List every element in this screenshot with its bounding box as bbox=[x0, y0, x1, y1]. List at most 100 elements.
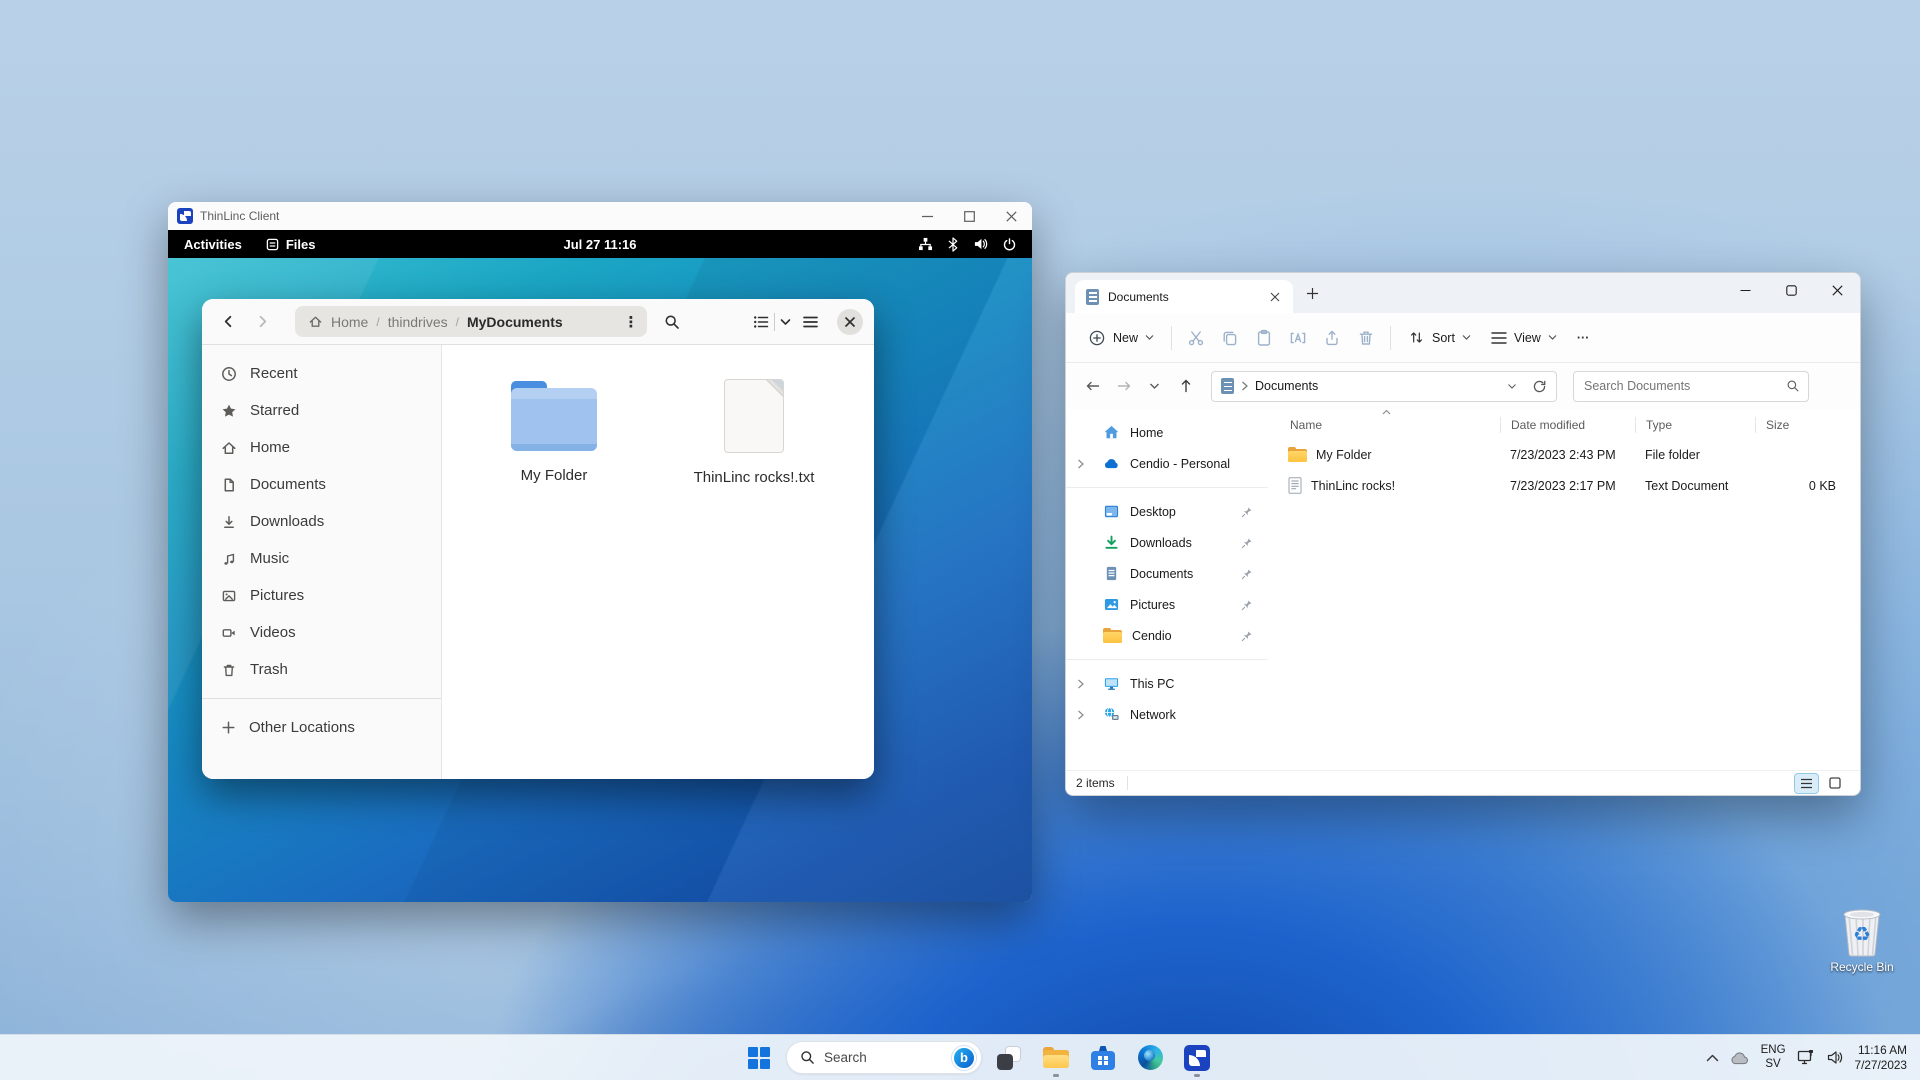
new-tab-button[interactable] bbox=[1297, 278, 1327, 308]
paste-button[interactable] bbox=[1247, 321, 1281, 355]
forward-button[interactable] bbox=[1110, 373, 1137, 400]
new-button[interactable]: New bbox=[1078, 321, 1164, 355]
column-header-type[interactable]: Type bbox=[1635, 417, 1755, 433]
language-indicator[interactable]: ENGSV bbox=[1761, 1044, 1786, 1070]
explorer-close-button[interactable] bbox=[1814, 273, 1860, 307]
sidebar-item-starred[interactable]: Starred bbox=[202, 392, 441, 429]
gnome-files-window: Home / thindrives / MyDocuments ⋮ bbox=[202, 299, 874, 779]
delete-button[interactable] bbox=[1349, 321, 1383, 355]
files-view-toggle[interactable] bbox=[753, 307, 791, 337]
tray-clock[interactable]: 11:16 AM 7/27/2023 bbox=[1855, 1043, 1907, 1072]
edge-button[interactable] bbox=[1130, 1038, 1170, 1078]
explorer-tab-documents[interactable]: Documents bbox=[1075, 280, 1293, 313]
file-row-thinlinc-rocks[interactable]: ThinLinc rocks! 7/23/2023 2:17 PM Text D… bbox=[1282, 470, 1850, 501]
task-view-button[interactable] bbox=[989, 1038, 1029, 1078]
breadcrumb-menu-button[interactable]: ⋮ bbox=[618, 309, 644, 335]
sidebar-item-recent[interactable]: Recent bbox=[202, 355, 441, 392]
up-button[interactable] bbox=[1172, 373, 1199, 400]
sidebar-item-cendio[interactable]: Cendio bbox=[1066, 620, 1268, 651]
breadcrumb-home[interactable]: Home bbox=[331, 314, 368, 330]
thinlinc-maximize-button[interactable] bbox=[948, 202, 990, 230]
expand-chevron-icon[interactable] bbox=[1077, 710, 1084, 720]
view-icon bbox=[1491, 331, 1507, 345]
files-back-button[interactable] bbox=[213, 307, 243, 337]
files-close-button[interactable] bbox=[837, 309, 863, 335]
cut-button[interactable] bbox=[1179, 321, 1213, 355]
bluetooth-icon[interactable] bbox=[948, 237, 958, 252]
thinlinc-minimize-button[interactable] bbox=[906, 202, 948, 230]
network-wired-icon[interactable] bbox=[918, 237, 933, 251]
volume-tray-icon[interactable] bbox=[1827, 1050, 1844, 1065]
sidebar-item-network[interactable]: Network bbox=[1066, 699, 1268, 730]
sidebar-item-documents[interactable]: Documents bbox=[202, 466, 441, 503]
sidebar-item-pictures[interactable]: Pictures bbox=[1066, 589, 1268, 620]
gnome-activities-button[interactable]: Activities bbox=[184, 237, 242, 252]
files-breadcrumb[interactable]: Home / thindrives / MyDocuments ⋮ bbox=[295, 306, 647, 337]
thinlinc-taskbar-button[interactable] bbox=[1177, 1038, 1217, 1078]
view-button[interactable]: View bbox=[1481, 321, 1567, 355]
sidebar-item-trash[interactable]: Trash bbox=[202, 651, 441, 688]
sidebar-item-this-pc[interactable]: This PC bbox=[1066, 668, 1268, 699]
see-more-button[interactable]: ··· bbox=[1567, 321, 1600, 355]
share-button[interactable] bbox=[1315, 321, 1349, 355]
hidden-icons-chevron[interactable] bbox=[1706, 1054, 1719, 1062]
home-icon bbox=[1103, 424, 1120, 441]
sort-button[interactable]: Sort bbox=[1398, 321, 1481, 355]
recent-locations-button[interactable] bbox=[1141, 373, 1168, 400]
address-dropdown-icon[interactable] bbox=[1507, 383, 1517, 390]
expand-chevron-icon[interactable] bbox=[1077, 459, 1084, 469]
thinlinc-close-button[interactable] bbox=[990, 202, 1032, 230]
files-forward-button[interactable] bbox=[247, 307, 277, 337]
start-button[interactable] bbox=[739, 1038, 779, 1078]
file-date: 7/23/2023 2:43 PM bbox=[1500, 448, 1635, 462]
search-box[interactable] bbox=[1573, 371, 1809, 402]
sidebar-item-pictures[interactable]: Pictures bbox=[202, 577, 441, 614]
breadcrumb-thindrives[interactable]: thindrives bbox=[388, 314, 448, 330]
files-search-button[interactable] bbox=[657, 307, 687, 337]
bing-chat-icon[interactable]: b bbox=[952, 1046, 976, 1070]
sidebar-item-desktop[interactable]: Desktop bbox=[1066, 496, 1268, 527]
file-row-my-folder[interactable]: My Folder 7/23/2023 2:43 PM File folder bbox=[1282, 439, 1850, 470]
microsoft-store-button[interactable] bbox=[1083, 1038, 1123, 1078]
tab-close-button[interactable] bbox=[1265, 287, 1285, 307]
column-header-name[interactable]: Name bbox=[1282, 417, 1500, 433]
power-icon[interactable] bbox=[1003, 238, 1016, 251]
address-box[interactable]: Documents bbox=[1211, 371, 1557, 402]
microsoft-store-icon bbox=[1091, 1046, 1115, 1070]
column-header-date-modified[interactable]: Date modified bbox=[1500, 417, 1635, 433]
file-explorer-taskbar-button[interactable] bbox=[1036, 1038, 1076, 1078]
gnome-files-menu[interactable]: Files bbox=[266, 237, 316, 252]
sidebar-item-other-locations[interactable]: Other Locations bbox=[202, 709, 441, 746]
sidebar-item-downloads[interactable]: Downloads bbox=[1066, 527, 1268, 558]
search-input[interactable] bbox=[1584, 379, 1786, 393]
sidebar-item-music[interactable]: Music bbox=[202, 540, 441, 577]
sidebar-item-home[interactable]: Home bbox=[202, 429, 441, 466]
volume-icon[interactable] bbox=[973, 237, 988, 251]
recycle-bin[interactable]: ♻ Recycle Bin bbox=[1820, 905, 1904, 974]
files-content-area[interactable]: My Folder ThinLinc rocks!.txt bbox=[442, 345, 874, 779]
taskbar-search[interactable]: Search b bbox=[786, 1041, 982, 1074]
sidebar-item-documents[interactable]: Documents bbox=[1066, 558, 1268, 589]
file-tile-my-folder[interactable]: My Folder bbox=[468, 375, 640, 484]
details-view-toggle[interactable] bbox=[1795, 774, 1818, 793]
explorer-file-list[interactable]: Name Date modified Type Size My Folder 7… bbox=[1268, 409, 1860, 770]
onedrive-tray-icon[interactable] bbox=[1730, 1051, 1750, 1065]
network-tray-icon[interactable] bbox=[1797, 1049, 1816, 1066]
sidebar-item-videos[interactable]: Videos bbox=[202, 614, 441, 651]
back-button[interactable] bbox=[1079, 373, 1106, 400]
explorer-minimize-button[interactable] bbox=[1722, 273, 1768, 307]
gnome-clock[interactable]: Jul 27 11:16 bbox=[564, 237, 637, 252]
sidebar-item-home[interactable]: Home bbox=[1066, 417, 1268, 448]
sidebar-item-onedrive[interactable]: Cendio - Personal bbox=[1066, 448, 1268, 479]
explorer-maximize-button[interactable] bbox=[1768, 273, 1814, 307]
rename-button[interactable] bbox=[1281, 321, 1315, 355]
sidebar-item-downloads[interactable]: Downloads bbox=[202, 503, 441, 540]
files-hamburger-menu-button[interactable] bbox=[795, 307, 825, 337]
file-tile-thinlinc-rocks[interactable]: ThinLinc rocks!.txt bbox=[668, 375, 840, 486]
refresh-icon[interactable] bbox=[1532, 379, 1547, 394]
large-icons-view-toggle[interactable] bbox=[1823, 774, 1846, 793]
copy-button[interactable] bbox=[1213, 321, 1247, 355]
column-header-size[interactable]: Size bbox=[1755, 417, 1850, 433]
expand-chevron-icon[interactable] bbox=[1077, 679, 1084, 689]
thinlinc-titlebar[interactable]: ThinLinc Client bbox=[168, 202, 1032, 230]
